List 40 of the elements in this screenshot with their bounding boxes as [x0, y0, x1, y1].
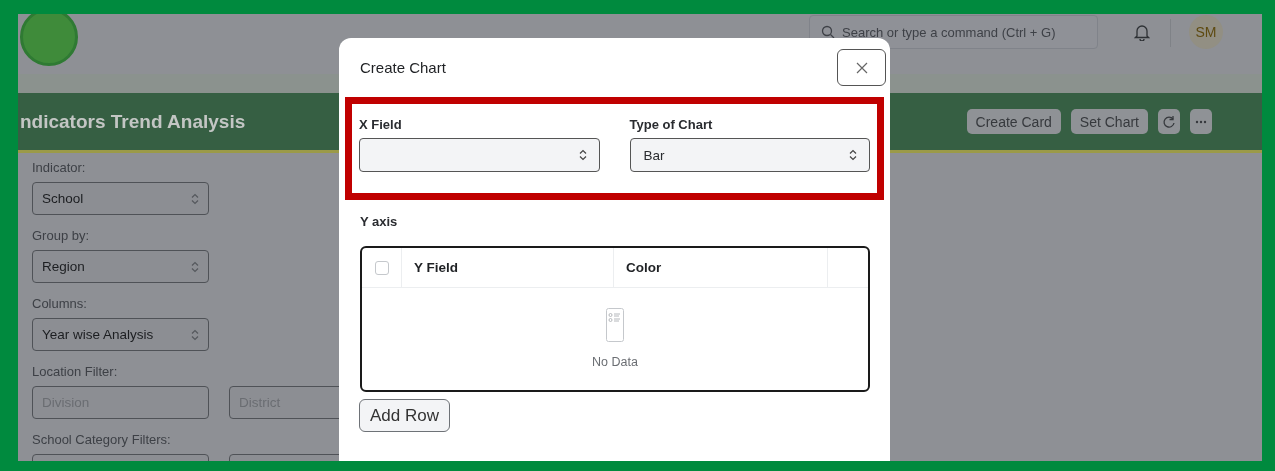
column-header: Y Field [402, 248, 614, 287]
chevron-icon [191, 328, 199, 341]
column-header: Color [614, 248, 828, 287]
more-button[interactable] [1190, 109, 1212, 134]
chevron-icon [191, 192, 199, 205]
page-title: ndicators Trend Analysis [20, 110, 246, 133]
select-field[interactable]: School [32, 182, 209, 215]
field-label: X Field [359, 117, 403, 132]
user-avatar[interactable]: SM [1189, 15, 1223, 49]
dialog-title: Create Chart [360, 59, 446, 76]
empty-list-icon [606, 308, 624, 342]
logo-icon [20, 14, 78, 66]
close-icon [855, 61, 868, 74]
select-all-checkbox[interactable] [374, 260, 389, 275]
more-icon [1194, 118, 1208, 125]
filter-label: School Category Filters: [32, 431, 172, 449]
section-label: Y axis [359, 213, 399, 231]
bell-icon[interactable] [1134, 23, 1150, 41]
filter-label: Group by: [32, 227, 91, 245]
filter-label: Indicator: [32, 159, 87, 177]
close-button[interactable] [837, 49, 886, 86]
refresh-icon [1162, 114, 1176, 129]
select-field[interactable]: Region [32, 250, 209, 283]
empty-message: No Data [592, 355, 638, 369]
search-placeholder: Search or type a command (Ctrl + G) [842, 24, 1056, 40]
field-label: Type of Chart [629, 117, 714, 132]
action-button[interactable]: Create Card [966, 109, 1061, 134]
select-field[interactable]: Year wise Analysis [32, 318, 209, 351]
add-row-button[interactable]: Add Row [359, 399, 450, 432]
filter-label: Location Filter: [32, 363, 119, 381]
chevron-icon [849, 149, 857, 161]
refresh-button[interactable] [1158, 109, 1180, 134]
action-button[interactable]: Set Chart [1070, 109, 1148, 134]
search-field[interactable]: Search or type a command (Ctrl + G) [809, 15, 1098, 49]
search-icon [821, 25, 835, 39]
select-field[interactable] [359, 138, 600, 172]
chevron-icon [191, 260, 199, 273]
chevron-icon [578, 149, 587, 161]
filter-label: Columns: [32, 295, 88, 313]
select-field[interactable]: Bar [629, 138, 870, 172]
